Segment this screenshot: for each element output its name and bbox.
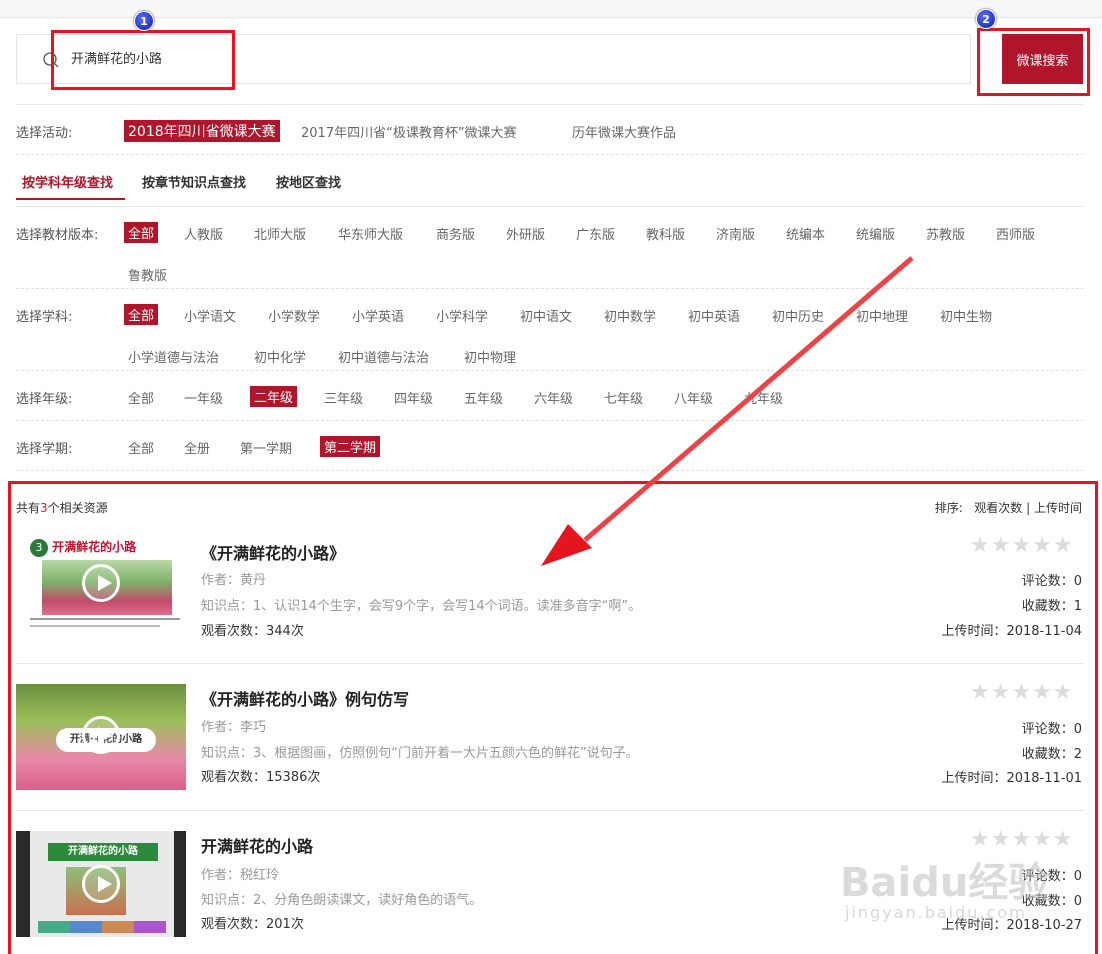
baidu-watermark-url: jingyan.baidu.com: [845, 903, 1027, 922]
arrow-head: [541, 524, 592, 566]
arrow-shaft: [583, 256, 914, 542]
baidu-watermark-logo: Baidu经验: [840, 860, 1049, 906]
annotation-arrow: [541, 256, 914, 566]
